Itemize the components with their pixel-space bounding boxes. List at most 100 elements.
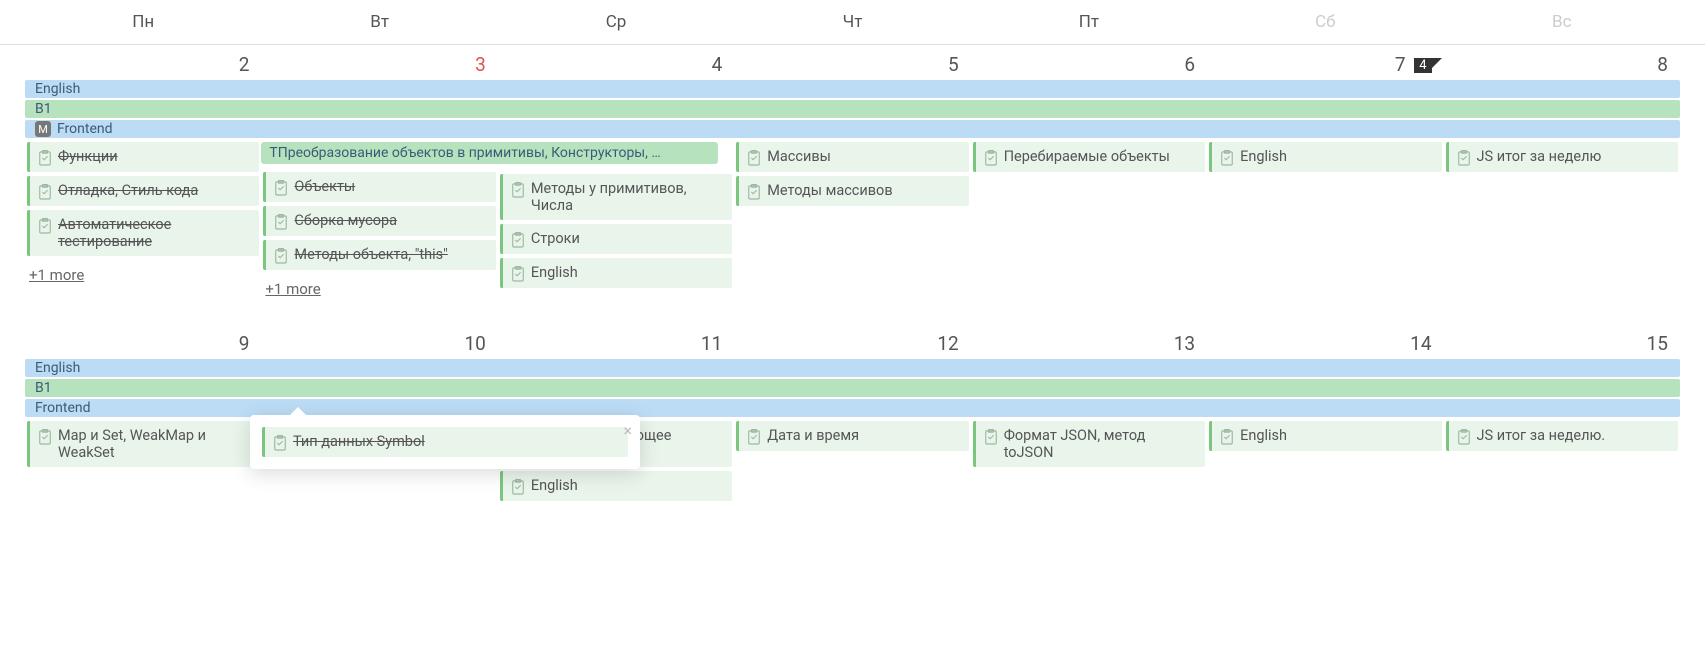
clipboard-icon: [274, 180, 288, 196]
clipboard-icon: [747, 150, 761, 166]
clipboard-icon: [38, 429, 52, 445]
clipboard-icon: [38, 184, 52, 200]
bar-label: Преобразование объектов в примитивы, Кон…: [278, 145, 661, 161]
task-item[interactable]: Тип данных Symbol: [262, 427, 628, 457]
clipboard-icon: [38, 150, 52, 166]
date-cell[interactable]: 9: [25, 324, 261, 359]
weekday-sun: Вс: [1444, 0, 1680, 44]
weekday-tue: Вт: [261, 0, 497, 44]
clipboard-icon: [274, 248, 288, 264]
task-text: English: [1240, 148, 1287, 165]
task-item[interactable]: Объекты: [263, 172, 495, 202]
calendar: Пн Вт Ср Чт Пт Сб Вс 2 3 4 5 6 7 4 8 Eng…: [0, 0, 1705, 501]
task-item[interactable]: Формат JSON, метод toJSON: [973, 421, 1205, 467]
date-cell[interactable]: 11: [498, 324, 734, 359]
clipboard-icon: [747, 184, 761, 200]
clipboard-icon: [511, 182, 525, 198]
task-item[interactable]: Методы массивов: [736, 176, 968, 206]
weekday-header: Пн Вт Ср Чт Пт Сб Вс: [0, 0, 1705, 45]
task-item[interactable]: Автоматическое тестирование: [27, 210, 259, 256]
clipboard-icon: [1457, 429, 1471, 445]
clipboard-icon: [511, 232, 525, 248]
task-text: Автоматическое тестирование: [58, 216, 251, 250]
task-item[interactable]: Функции: [27, 142, 259, 172]
task-item[interactable]: Методы объекта, "this": [263, 240, 495, 270]
task-text: Дата и время: [767, 427, 859, 444]
clipboard-icon: [38, 218, 52, 234]
clipboard-icon: [274, 214, 288, 230]
all-day-bar-b1[interactable]: B1: [25, 379, 1680, 397]
task-item[interactable]: Строки: [500, 224, 732, 254]
task-item[interactable]: Сборка мусора: [263, 206, 495, 236]
clipboard-icon: [747, 429, 761, 445]
clipboard-icon: [1220, 429, 1234, 445]
bar-label: Frontend: [57, 121, 113, 137]
task-item[interactable]: English: [1209, 421, 1441, 451]
date-cell[interactable]: 6: [971, 45, 1207, 80]
date-marker: 4: [1414, 58, 1431, 73]
date-cell[interactable]: 8: [1444, 45, 1680, 80]
task-item[interactable]: Отладка, Стиль кода: [27, 176, 259, 206]
day-column: Перебираемые объекты: [971, 142, 1207, 304]
task-text: Объекты: [294, 178, 355, 195]
task-text: Сборка мусора: [294, 212, 397, 229]
task-item[interactable]: JS итог за неделю: [1446, 142, 1678, 172]
all-day-bar-frontend[interactable]: MFrontend: [25, 120, 1680, 138]
clipboard-icon: [984, 429, 998, 445]
date-cell[interactable]: 4: [498, 45, 734, 80]
task-text: Методы массивов: [767, 182, 892, 199]
task-text: JS итог за неделю: [1477, 148, 1602, 165]
clipboard-icon: [1220, 150, 1234, 166]
day-column: Массивы Методы массивов: [734, 142, 970, 304]
all-day-bar-b1[interactable]: B1: [25, 100, 1680, 118]
more-popover: × Тип данных Symbol: [250, 415, 640, 469]
task-text: Отладка, Стиль кода: [58, 182, 198, 199]
day-column: JS итог за неделю: [1444, 142, 1680, 304]
weekday-fri: Пт: [971, 0, 1207, 44]
day-column: Map и Set, WeakMap и WeakSet: [25, 421, 261, 501]
task-item[interactable]: Массивы: [736, 142, 968, 172]
weekday-mon: Пн: [25, 0, 261, 44]
task-text: Перебираемые объекты: [1004, 148, 1170, 165]
multi-day-task-bar[interactable]: T Преобразование объектов в примитивы, К…: [261, 142, 717, 164]
task-item[interactable]: Map и Set, WeakMap и WeakSet: [27, 421, 259, 467]
date-number: 7: [1395, 53, 1406, 76]
task-item[interactable]: English: [500, 258, 732, 288]
more-link[interactable]: +1 more: [27, 260, 259, 290]
task-item[interactable]: English: [500, 471, 732, 501]
task-item[interactable]: JS итог за неделю.: [1446, 421, 1678, 451]
week-2: 9 10 11 12 13 14 15 English B1 Frontend …: [0, 324, 1705, 501]
date-cell[interactable]: 15: [1444, 324, 1680, 359]
date-cell[interactable]: 7 4: [1207, 45, 1443, 80]
close-icon[interactable]: ×: [623, 421, 632, 440]
task-text: English: [531, 264, 578, 281]
day-column: English: [1207, 142, 1443, 304]
task-item[interactable]: Методы у примитивов, Числа: [500, 174, 732, 220]
task-item[interactable]: Дата и время: [736, 421, 968, 451]
task-text: Массивы: [767, 148, 831, 165]
day-column: Функции Отладка, Стиль кода Автоматическ…: [25, 142, 261, 304]
date-cell[interactable]: 10: [261, 324, 497, 359]
all-day-bar-english[interactable]: English: [25, 359, 1680, 377]
date-cell[interactable]: 5: [734, 45, 970, 80]
date-cell[interactable]: 2: [25, 45, 261, 80]
all-day-bar-english[interactable]: English: [25, 80, 1680, 98]
date-cell[interactable]: 12: [734, 324, 970, 359]
clipboard-icon: [511, 266, 525, 282]
task-text: English: [531, 477, 578, 494]
task-item[interactable]: English: [1209, 142, 1441, 172]
task-text: Строки: [531, 230, 580, 247]
date-cell[interactable]: 13: [971, 324, 1207, 359]
weekday-wed: Ср: [498, 0, 734, 44]
tasks-row-1: Функции Отладка, Стиль кода Автоматическ…: [0, 142, 1705, 304]
more-link[interactable]: +1 more: [263, 274, 495, 304]
date-cell[interactable]: 14: [1207, 324, 1443, 359]
day-column: JS итог за неделю.: [1444, 421, 1680, 501]
task-text: Методы у примитивов, Числа: [531, 180, 724, 214]
clipboard-icon: [511, 479, 525, 495]
date-cell-today[interactable]: 3: [261, 45, 497, 80]
task-text: JS итог за неделю.: [1477, 427, 1606, 444]
date-row-2: 9 10 11 12 13 14 15: [0, 324, 1705, 359]
clipboard-icon: [984, 150, 998, 166]
task-item[interactable]: Перебираемые объекты: [973, 142, 1205, 172]
